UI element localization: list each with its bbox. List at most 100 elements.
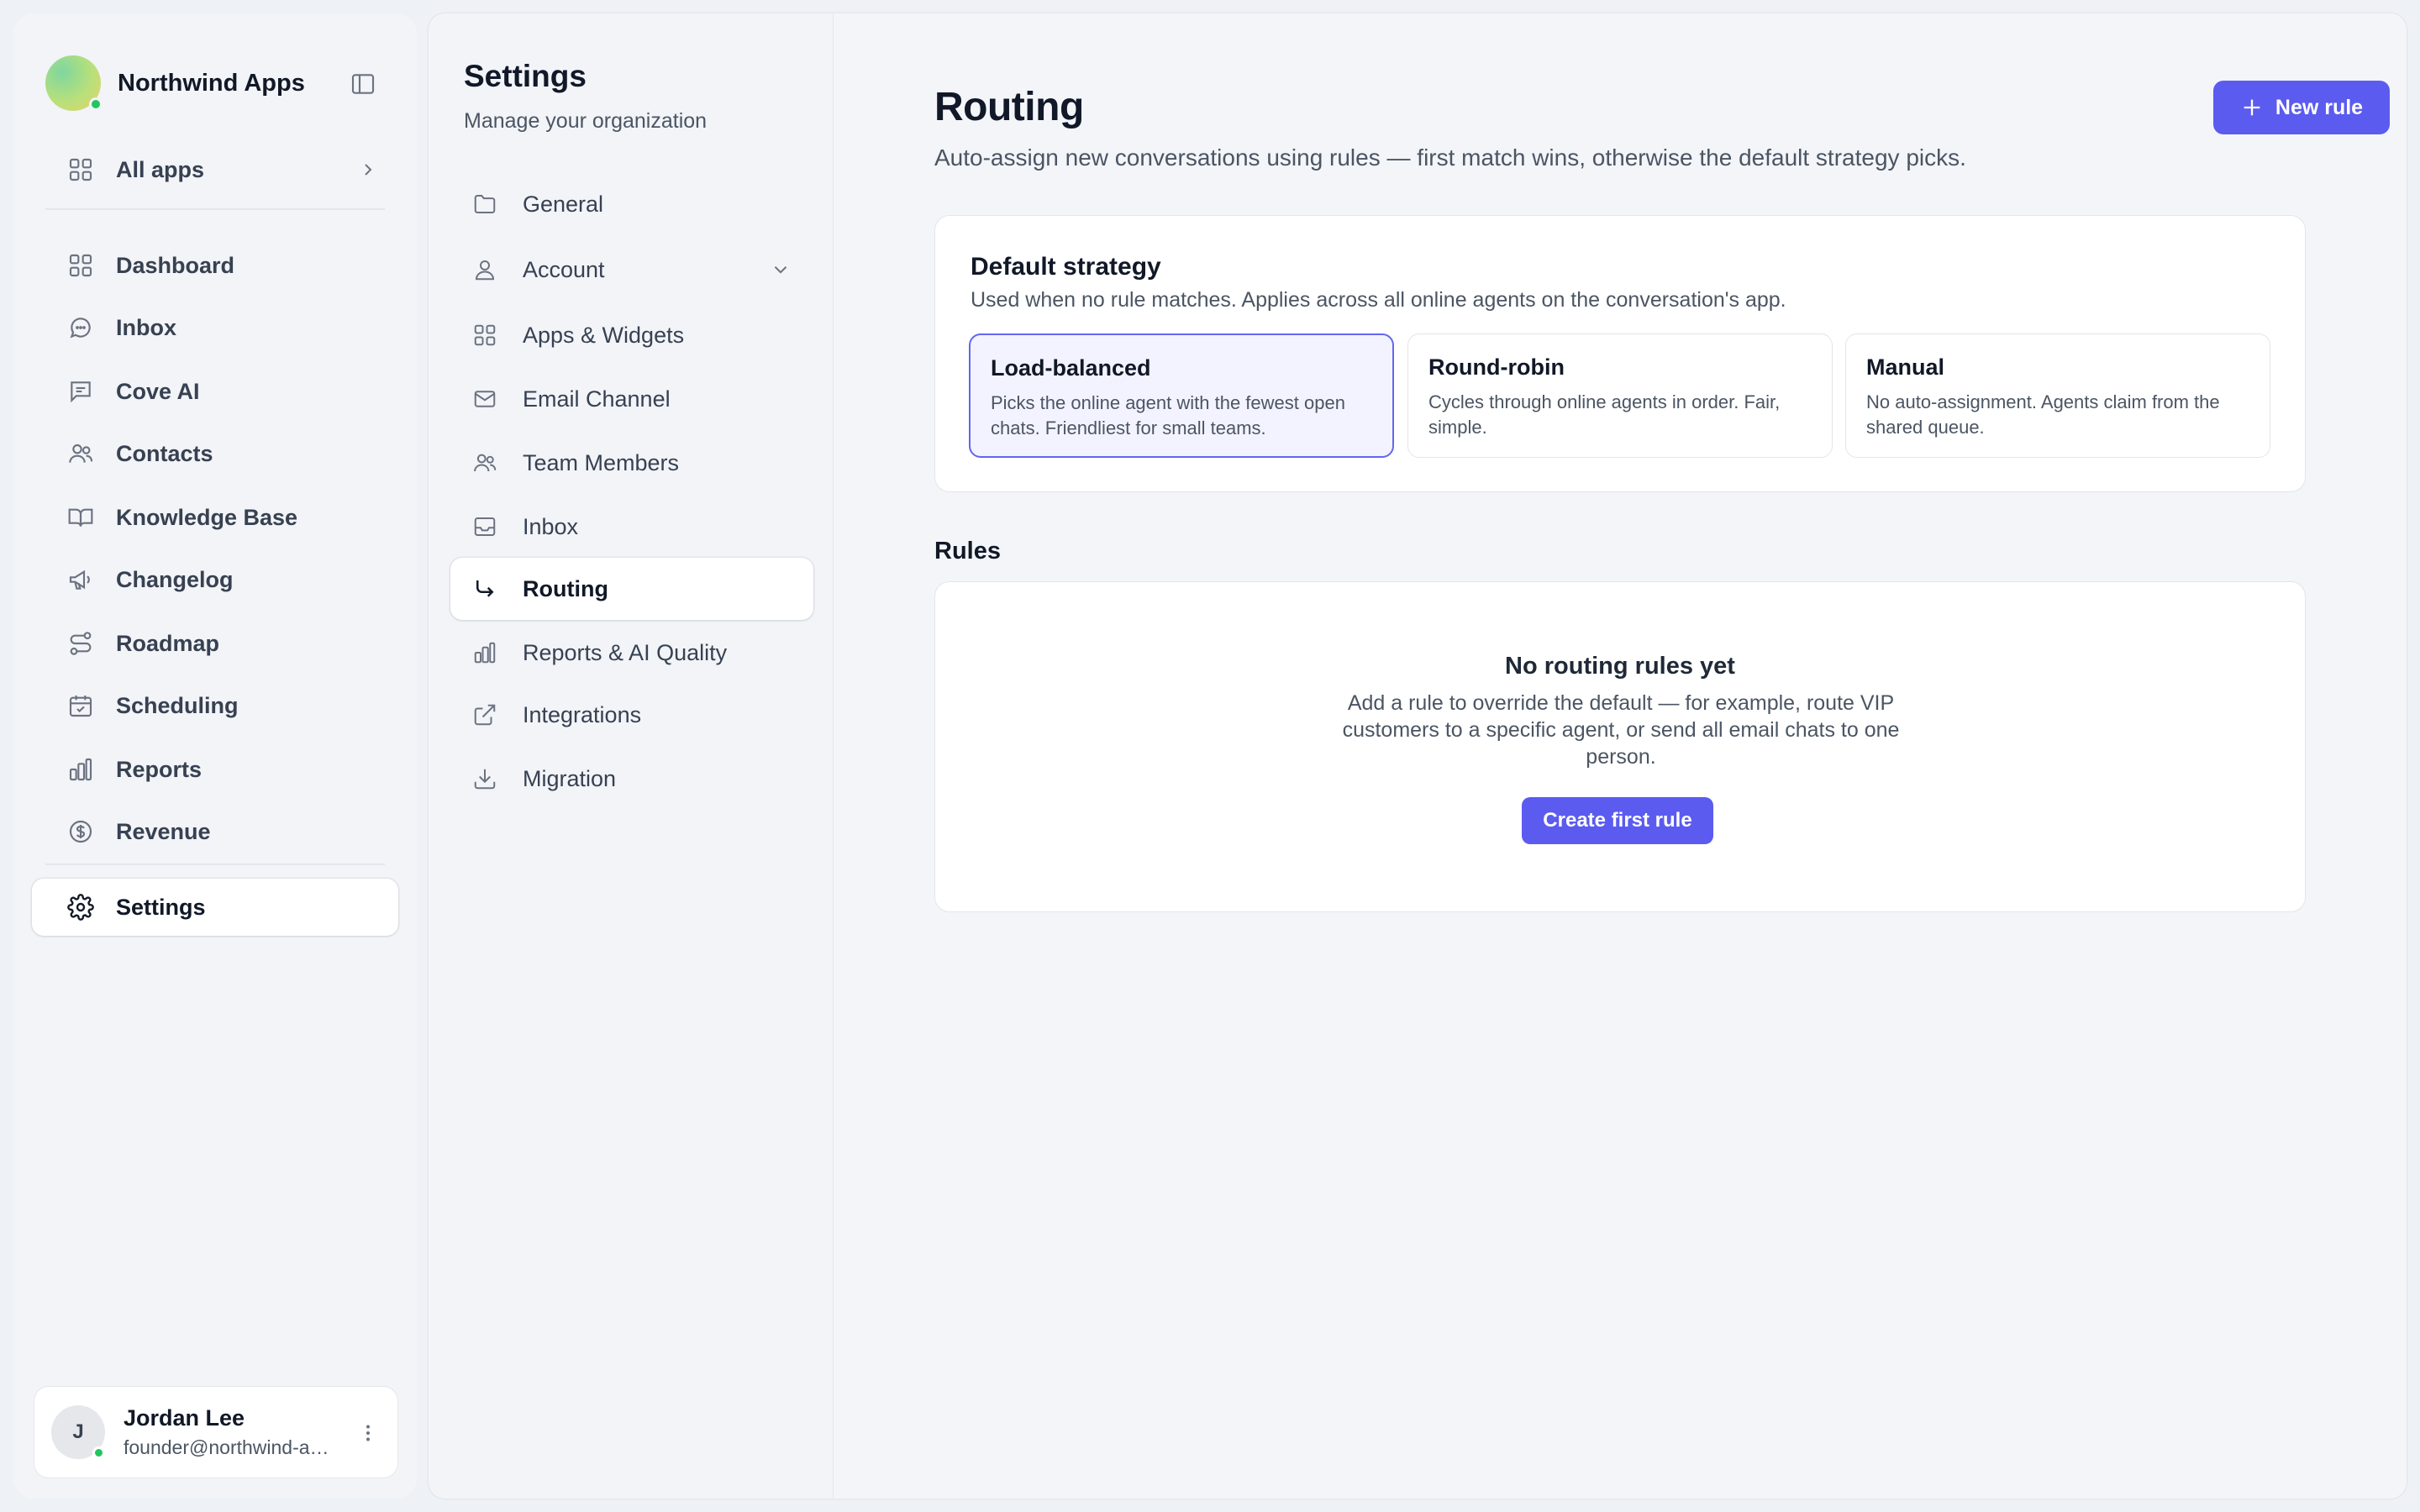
nav-item-inbox[interactable]: Inbox [32, 299, 398, 356]
settings-item-label: Integrations [523, 701, 642, 727]
mail-icon [472, 386, 497, 412]
avatar: J [51, 1405, 105, 1459]
grid-icon [67, 156, 94, 183]
corner-down-right-icon [472, 576, 497, 601]
user-card[interactable]: J Jordan Lee founder@northwind-apps.com [34, 1386, 398, 1478]
strategy-option-manual[interactable]: Manual No auto-assignment. Agents claim … [1845, 333, 2270, 458]
settings-subtitle: Manage your organization [464, 109, 708, 133]
nav-item-knowledge-base[interactable]: Knowledge Base [32, 489, 398, 546]
settings-item-migration[interactable]: Migration [450, 748, 813, 810]
nav-item-dashboard[interactable]: Dashboard [32, 237, 398, 294]
nav-item-cove-ai[interactable]: Cove AI [32, 363, 398, 420]
external-link-icon [472, 702, 497, 727]
nav-item-label: Roadmap [116, 630, 220, 656]
megaphone-icon [67, 566, 94, 593]
divider [45, 208, 385, 210]
app-sidebar: Northwind Apps All apps Dashboard Inbox … [13, 13, 417, 1499]
create-first-rule-label: Create first rule [1543, 809, 1692, 832]
nav-item-revenue[interactable]: Revenue [32, 803, 398, 860]
strategy-option-title: Manual [1866, 354, 1945, 380]
bar-chart-icon [472, 640, 497, 665]
nav-item-label: Cove AI [116, 378, 200, 404]
sidebar-toggle-icon[interactable] [350, 71, 376, 97]
strategy-option-load-balanced[interactable]: Load-balanced Picks the online agent wit… [969, 333, 1394, 458]
settings-item-integrations[interactable]: Integrations [450, 684, 813, 746]
brand[interactable]: Northwind Apps [45, 55, 305, 111]
user-info: Jordan Lee founder@northwind-apps.com [124, 1405, 334, 1459]
settings-nav: Settings Manage your organization Genera… [429, 13, 834, 1499]
strategy-option-description: Picks the online agent with the fewest o… [991, 392, 1345, 438]
page-title: Routing [934, 85, 1084, 129]
folder-icon [472, 192, 497, 217]
default-strategy-card: Default strategy Used when no rule match… [934, 215, 2306, 492]
settings-item-account[interactable]: Account [450, 239, 813, 301]
download-icon [472, 766, 497, 791]
divider [45, 864, 385, 865]
settings-item-team-members[interactable]: Team Members [450, 432, 813, 494]
grid-icon [472, 323, 497, 348]
settings-item-label: Reports & AI Quality [523, 639, 728, 665]
settings-item-label: Inbox [523, 513, 579, 539]
main-panel: Settings Manage your organization Genera… [429, 13, 2407, 1499]
chevron-right-icon [358, 160, 378, 180]
strategy-option-round-robin[interactable]: Round-robin Cycles through online agents… [1407, 333, 1833, 458]
nav-item-reports[interactable]: Reports [32, 741, 398, 798]
empty-state-description: Add a rule to override the default — for… [1342, 691, 1900, 769]
book-icon [67, 504, 94, 531]
strategy-option-description: Cycles through online agents in order. F… [1428, 391, 1781, 438]
nav-item-label: Settings [116, 894, 206, 920]
more-vertical-icon[interactable] [355, 1420, 381, 1446]
nav-item-label: Changelog [116, 566, 234, 592]
strategy-option-title: Round-robin [1428, 354, 1565, 380]
settings-item-label: Apps & Widgets [523, 322, 685, 348]
user-icon [472, 257, 497, 282]
new-rule-button[interactable]: New rule [2213, 81, 2390, 134]
nav-item-label: Reports [116, 756, 203, 782]
grid-icon [67, 252, 94, 279]
nav-item-scheduling[interactable]: Scheduling [32, 677, 398, 734]
avatar-initial: J [72, 1420, 84, 1443]
all-apps-item[interactable]: All apps [32, 141, 398, 198]
strategy-option-description: No auto-assignment. Agents claim from th… [1866, 391, 2220, 438]
nav-item-roadmap[interactable]: Roadmap [32, 615, 398, 672]
settings-item-label: Routing [523, 575, 608, 601]
settings-item-reports-ai-quality[interactable]: Reports & AI Quality [450, 622, 813, 684]
user-email: founder@northwind-apps.com [124, 1436, 334, 1458]
empty-state-title: No routing rules yet [1505, 653, 1735, 680]
brand-logo [45, 55, 103, 111]
user-name: Jordan Lee [124, 1405, 245, 1431]
settings-item-inbox[interactable]: Inbox [450, 496, 813, 558]
brand-name: Northwind Apps [118, 69, 305, 97]
settings-item-label: Migration [523, 765, 617, 791]
online-status-dot [89, 97, 103, 111]
all-apps-label: All apps [116, 156, 205, 182]
route-icon [67, 630, 94, 657]
settings-item-label: Email Channel [523, 386, 671, 412]
new-rule-label: New rule [2275, 95, 2364, 119]
nav-item-changelog[interactable]: Changelog [32, 551, 398, 608]
calendar-check-icon [67, 692, 94, 719]
settings-item-general[interactable]: General [450, 173, 813, 235]
settings-item-email-channel[interactable]: Email Channel [450, 368, 813, 430]
nav-item-label: Knowledge Base [116, 504, 298, 530]
bar-chart-icon [67, 756, 94, 783]
settings-title: Settings [464, 59, 587, 93]
nav-item-settings[interactable]: Settings [32, 879, 398, 936]
settings-item-routing[interactable]: Routing [450, 558, 813, 620]
chat-bubble-icon [67, 314, 94, 341]
strategy-option-title: Load-balanced [991, 355, 1151, 381]
create-first-rule-button[interactable]: Create first rule [1522, 797, 1713, 844]
settings-item-apps-widgets[interactable]: Apps & Widgets [450, 304, 813, 366]
chevron-down-icon [770, 259, 792, 281]
nav-item-label: Contacts [116, 440, 213, 466]
routing-content: Routing Auto-assign new conversations us… [834, 13, 2407, 1499]
nav-item-label: Scheduling [116, 692, 239, 718]
settings-item-label: Account [523, 256, 605, 282]
gear-icon [67, 894, 94, 921]
online-status-dot [92, 1446, 105, 1459]
settings-item-label: Team Members [523, 449, 680, 475]
inbox-tray-icon [472, 514, 497, 539]
nav-item-contacts[interactable]: Contacts [32, 425, 398, 482]
rules-empty-state: No routing rules yet Add a rule to overr… [934, 581, 2306, 912]
users-icon [472, 450, 497, 475]
